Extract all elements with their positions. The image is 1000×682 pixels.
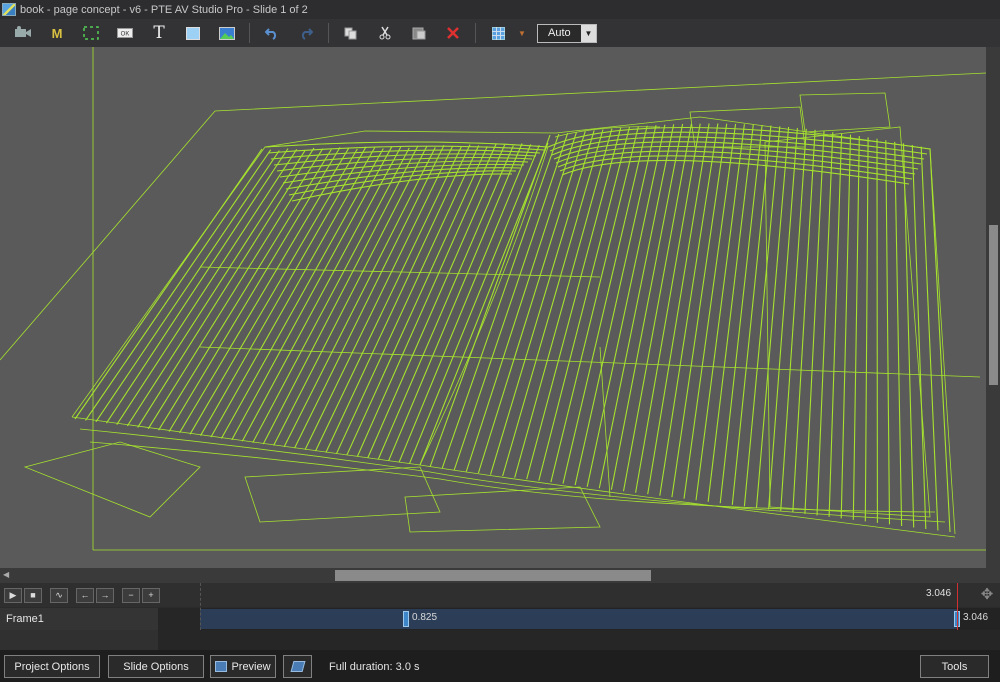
- zoom-select-value: Auto: [548, 27, 571, 39]
- track-pre-area: [158, 608, 200, 630]
- track-label[interactable]: Frame1: [0, 608, 158, 630]
- slide-canvas[interactable]: [0, 47, 986, 568]
- project-options-button[interactable]: Project Options: [4, 655, 100, 678]
- track-bar[interactable]: [200, 609, 958, 629]
- timeline-track[interactable]: Frame1 0.825 3.046: [0, 583, 1000, 650]
- book-outline-bottom: [71, 416, 956, 538]
- toolbar-separator: [249, 23, 250, 43]
- paste-icon[interactable]: [402, 21, 436, 45]
- copy-icon[interactable]: [334, 21, 368, 45]
- camera-icon[interactable]: [6, 21, 40, 45]
- keyframe-time: 3.046: [963, 612, 989, 623]
- stop-icon[interactable]: ■: [24, 587, 42, 603]
- preview-label: Preview: [231, 660, 271, 673]
- frame-icon[interactable]: [74, 21, 108, 45]
- grid-dropdown-icon[interactable]: ▼: [515, 21, 529, 45]
- zoom-out-icon[interactable]: −: [122, 587, 140, 603]
- toolbar-separator: [328, 23, 329, 43]
- scroll-left-icon[interactable]: ◀: [3, 570, 9, 579]
- rectangle-icon[interactable]: [176, 21, 210, 45]
- frame-outline-top: [0, 72, 986, 361]
- keyframe-time: 0.825: [412, 612, 438, 623]
- title-bar: book - page concept - v6 - PTE AV Studio…: [0, 0, 1000, 19]
- tools-button[interactable]: Tools: [920, 655, 989, 678]
- zoom-select[interactable]: Auto ▼: [537, 23, 597, 43]
- preview-button[interactable]: Preview: [210, 655, 276, 678]
- empty-track-label: [0, 630, 158, 650]
- button-object-icon[interactable]: OK: [108, 21, 142, 45]
- play-icon[interactable]: ▶: [4, 587, 22, 603]
- chevron-down-icon[interactable]: ▼: [581, 24, 596, 42]
- grid-icon[interactable]: [481, 21, 515, 45]
- fullscreen-preview-button[interactable]: [283, 655, 312, 678]
- zoom-in-icon[interactable]: +: [142, 587, 160, 603]
- text-icon[interactable]: T: [142, 21, 176, 45]
- arrow-right-icon[interactable]: →: [96, 587, 114, 603]
- toolbar-separator: [475, 23, 476, 43]
- horizontal-scrollbar-thumb[interactable]: [335, 570, 651, 581]
- bottom-bar: Project Options Slide Options Preview Fu…: [0, 650, 1000, 682]
- fullscreen-preview-icon: [290, 661, 305, 672]
- timeline-controls: ▶ ■ ∿ ← → − + 3.046 ✥: [0, 583, 1000, 607]
- waveform-icon[interactable]: ∿: [50, 587, 68, 603]
- mask-icon[interactable]: M: [40, 21, 74, 45]
- move-icon[interactable]: ✥: [978, 586, 996, 604]
- app-icon: [2, 3, 16, 16]
- slide-options-button[interactable]: Slide Options: [108, 655, 204, 678]
- book-wireframe: [0, 47, 986, 551]
- keyframe-marker[interactable]: [403, 611, 409, 627]
- cut-icon[interactable]: [368, 21, 402, 45]
- redo-icon[interactable]: [289, 21, 323, 45]
- vertical-scrollbar-thumb[interactable]: [989, 225, 998, 385]
- toolbar: M OK T ▼ Auto ▼: [0, 19, 1000, 47]
- window-title: book - page concept - v6 - PTE AV Studio…: [20, 3, 308, 16]
- timeline-empty-track: [0, 630, 1000, 650]
- preview-icon: [215, 661, 228, 672]
- delete-icon[interactable]: [436, 21, 470, 45]
- vertical-scrollbar[interactable]: [986, 47, 1000, 568]
- image-icon[interactable]: [210, 21, 244, 45]
- horizontal-scrollbar[interactable]: ◀: [0, 568, 1000, 583]
- timeline-end-time: 3.046: [926, 588, 952, 599]
- svg-text:OK: OK: [121, 32, 130, 38]
- full-duration: Full duration: 3.0 s: [329, 661, 420, 673]
- arrow-left-icon[interactable]: ←: [76, 587, 94, 603]
- undo-icon[interactable]: [255, 21, 289, 45]
